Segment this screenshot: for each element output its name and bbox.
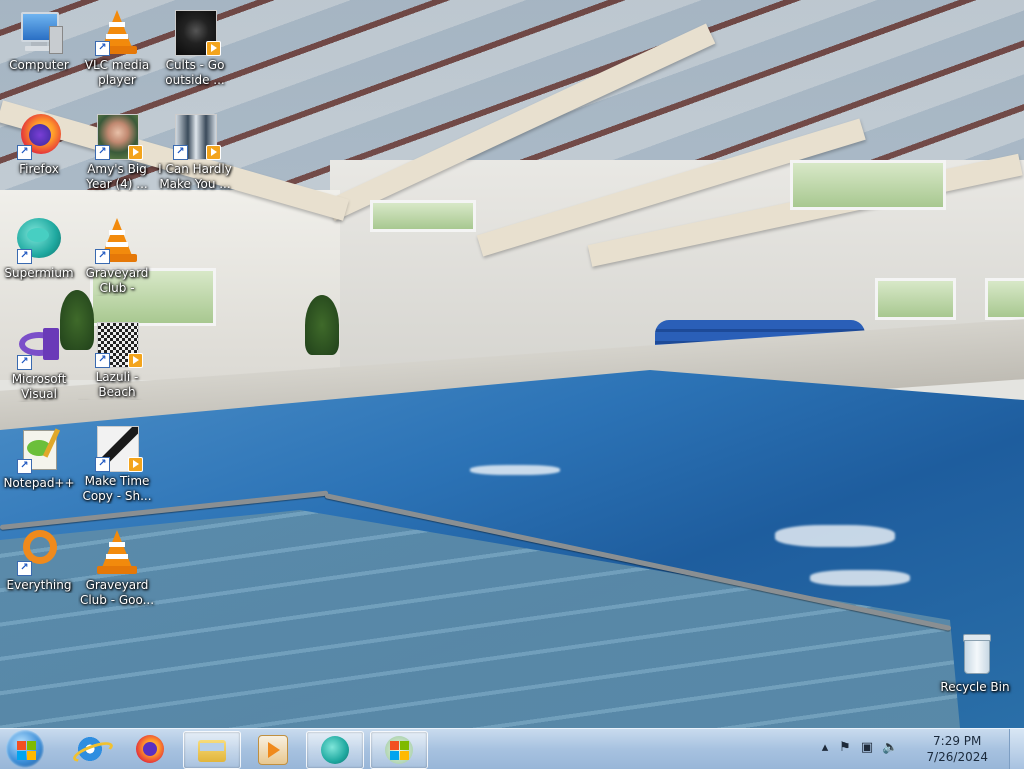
folder-icon bbox=[198, 740, 226, 762]
shortcut-arrow-icon: ↗ bbox=[17, 561, 32, 576]
media-file-badge-icon bbox=[128, 457, 143, 472]
media-file-badge-icon bbox=[128, 145, 143, 160]
desktop-icon-supermium[interactable]: ↗ Supermium bbox=[0, 216, 78, 281]
desktop-icon-computer[interactable]: Computer bbox=[0, 8, 78, 73]
desktop-icon-i-can-hardly-make-you[interactable]: ↗ I Can Hardly Make You ... bbox=[156, 112, 234, 192]
wallpaper-window bbox=[875, 278, 956, 320]
taskbar-button-media-player[interactable] bbox=[244, 731, 300, 767]
wallpaper-ripple bbox=[470, 465, 560, 475]
video-thumbnail-icon: ↗ bbox=[93, 112, 143, 160]
shortcut-arrow-icon: ↗ bbox=[173, 145, 188, 160]
supermium-icon: ↗ bbox=[15, 216, 63, 264]
windows-logo-icon bbox=[385, 736, 413, 764]
firefox-icon bbox=[136, 735, 164, 763]
volume-icon[interactable]: 🔈 bbox=[882, 741, 898, 755]
desktop-icon-notepad-plus-plus[interactable]: ↗ Notepad++ bbox=[0, 426, 78, 491]
media-file-badge-icon bbox=[206, 41, 221, 56]
desktop-icon-lazuli-beach-house[interactable]: ↗ Lazuli - Beach House - Sh... bbox=[78, 320, 156, 400]
video-thumbnail-icon: ↗ bbox=[93, 424, 143, 472]
vlc-cone-icon: ↗ bbox=[93, 216, 141, 264]
shortcut-arrow-icon: ↗ bbox=[95, 353, 110, 368]
taskbar-button-supermium[interactable] bbox=[306, 731, 364, 769]
wallpaper-plant bbox=[305, 295, 339, 355]
taskbar: ▴ ⚑ ▣ 🔈 7:29 PM 7/26/2024 bbox=[0, 728, 1024, 769]
desktop-icon-vlc[interactable]: ↗ VLC media player bbox=[78, 8, 156, 88]
wallpaper-window bbox=[370, 200, 476, 232]
desktop-icon-cults-go-outside[interactable]: Cults - Go outside ... bbox=[156, 8, 234, 88]
video-thumbnail-icon bbox=[171, 8, 221, 56]
firefox-icon: ↗ bbox=[15, 112, 63, 160]
computer-icon bbox=[15, 8, 63, 56]
desktop-icon-make-time-copy[interactable]: ↗ Make Time Copy - Sh... bbox=[78, 424, 156, 504]
video-thumbnail-icon: ↗ bbox=[171, 112, 221, 160]
taskbar-button-internet-explorer[interactable] bbox=[62, 731, 118, 767]
vlc-cone-icon bbox=[93, 528, 141, 576]
media-player-icon bbox=[258, 735, 288, 765]
notepad-plus-plus-icon: ↗ bbox=[15, 426, 63, 474]
recycle-bin-icon bbox=[951, 630, 999, 678]
vlc-cone-icon: ↗ bbox=[93, 8, 141, 56]
shortcut-arrow-icon: ↗ bbox=[95, 145, 110, 160]
desktop-icon-amys-big-year[interactable]: ↗ Amy's Big Year (4) ... bbox=[78, 112, 156, 192]
show-hidden-icons-chevron[interactable]: ▴ bbox=[818, 741, 832, 755]
media-file-badge-icon bbox=[206, 145, 221, 160]
shortcut-arrow-icon: ↗ bbox=[17, 249, 32, 264]
shortcut-arrow-icon: ↗ bbox=[95, 249, 110, 264]
shortcut-arrow-icon: ↗ bbox=[95, 41, 110, 56]
everything-search-icon: ↗ bbox=[15, 528, 63, 576]
taskbar-button-windows-explorer[interactable] bbox=[183, 731, 241, 769]
shortcut-arrow-icon: ↗ bbox=[95, 457, 110, 472]
wallpaper-window bbox=[790, 160, 946, 210]
desktop-icon-visual-studio[interactable]: ↗ Microsoft Visual Stud... bbox=[0, 322, 78, 402]
shortcut-arrow-icon: ↗ bbox=[17, 145, 32, 160]
action-center-flag-icon[interactable]: ⚑ bbox=[838, 741, 852, 755]
shortcut-arrow-icon: ↗ bbox=[17, 355, 32, 370]
internet-explorer-icon bbox=[70, 735, 116, 766]
system-tray: ▴ ⚑ ▣ 🔈 7:29 PM 7/26/2024 bbox=[812, 729, 1002, 769]
desktop-icon-recycle-bin[interactable]: Recycle Bin bbox=[936, 630, 1014, 695]
desktop-icon-everything[interactable]: ↗ Everything bbox=[0, 528, 78, 593]
wallpaper-ripple bbox=[775, 525, 895, 547]
clock-date: 7/26/2024 bbox=[926, 750, 988, 764]
desktop-icon-firefox[interactable]: ↗ Firefox bbox=[0, 112, 78, 177]
windows-start-orb-icon[interactable] bbox=[6, 730, 44, 768]
show-desktop-button[interactable] bbox=[1009, 729, 1024, 769]
video-thumbnail-icon: ↗ bbox=[93, 320, 143, 368]
clock-time: 7:29 PM bbox=[933, 734, 982, 748]
taskbar-button-firefox[interactable] bbox=[122, 731, 178, 767]
wallpaper-window bbox=[985, 278, 1024, 320]
clock[interactable]: 7:29 PM 7/26/2024 bbox=[926, 733, 988, 765]
shortcut-arrow-icon: ↗ bbox=[17, 459, 32, 474]
media-file-badge-icon bbox=[128, 353, 143, 368]
desktop-icon-graveyard-club-goo[interactable]: Graveyard Club - Goo... bbox=[78, 528, 156, 608]
desktop-icon-graveyard-club-cella[interactable]: ↗ Graveyard Club - Cella... bbox=[78, 216, 156, 296]
supermium-icon bbox=[321, 736, 349, 764]
visual-studio-icon: ↗ bbox=[15, 322, 63, 370]
taskbar-button-windows[interactable] bbox=[370, 731, 428, 769]
network-icon[interactable]: ▣ bbox=[860, 741, 874, 755]
wallpaper-ripple bbox=[810, 570, 910, 586]
